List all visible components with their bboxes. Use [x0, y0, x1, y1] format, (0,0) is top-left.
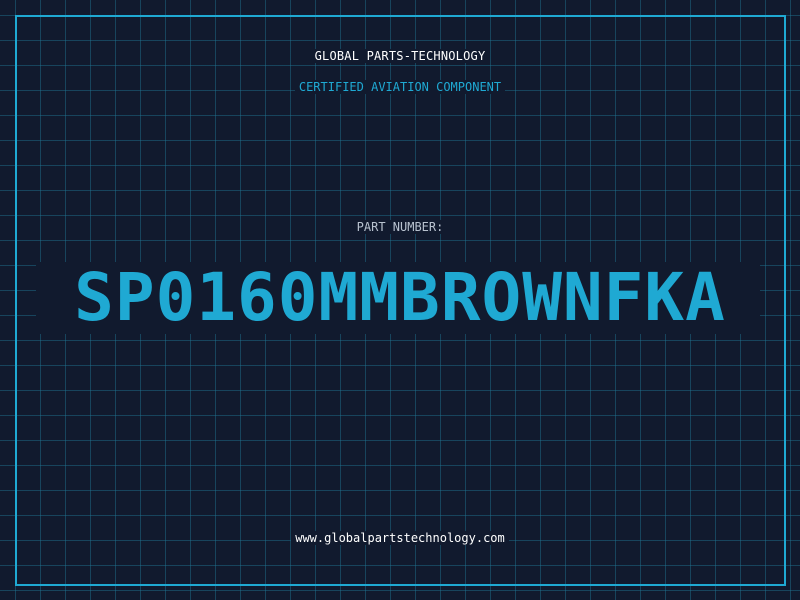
- part-number-label: PART NUMBER:: [0, 220, 800, 234]
- part-number-label-text: PART NUMBER:: [352, 220, 448, 234]
- website-url: www.globalpartstechnology.com: [0, 531, 800, 545]
- subtitle-text: CERTIFIED AVIATION COMPONENT: [294, 80, 506, 94]
- company-name: GLOBAL PARTS-TECHNOLOGY: [0, 49, 800, 63]
- subtitle: CERTIFIED AVIATION COMPONENT: [0, 80, 800, 94]
- website-url-text: www.globalpartstechnology.com: [291, 531, 509, 545]
- label-canvas: GLOBAL PARTS-TECHNOLOGY CERTIFIED AVIATI…: [0, 0, 800, 600]
- part-number-value: SP0160MMBROWNFKA: [74, 259, 726, 336]
- company-name-text: GLOBAL PARTS-TECHNOLOGY: [310, 49, 490, 63]
